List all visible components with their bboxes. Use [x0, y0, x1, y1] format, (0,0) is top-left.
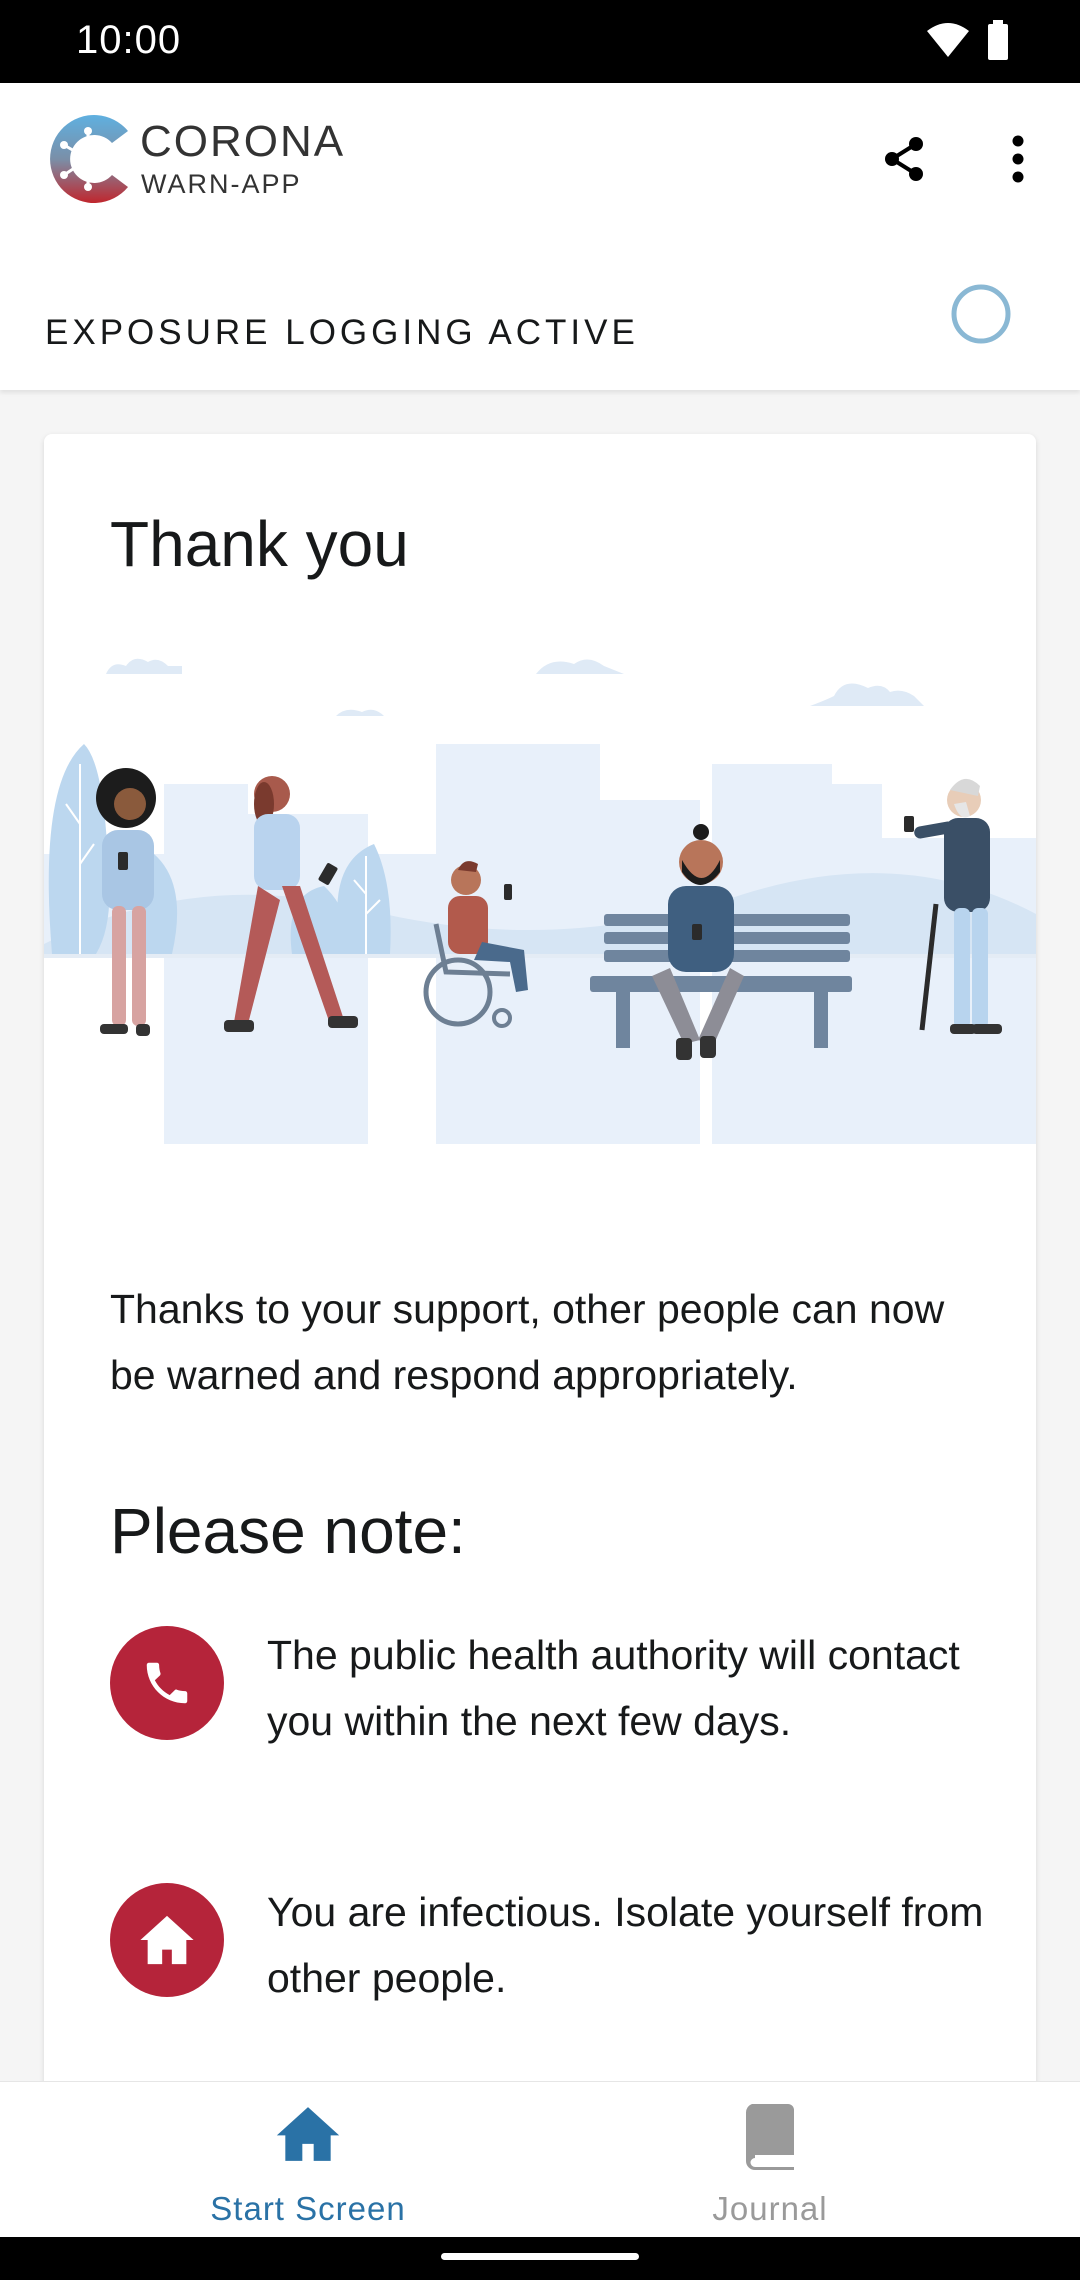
- app-screen: CORONA WARN-APP EXPOSURE LOGGING ACTIVE: [0, 83, 1080, 2237]
- more-vertical-icon: [1012, 135, 1024, 183]
- share-button[interactable]: [874, 129, 934, 189]
- status-icons: [926, 20, 1010, 60]
- exposure-status-ring-icon: [951, 284, 1011, 344]
- nav-item-journal[interactable]: Journal: [500, 2082, 1040, 2237]
- system-gesture-bar: [0, 2237, 1080, 2280]
- overflow-menu-button[interactable]: [990, 129, 1046, 189]
- card-body-text: Thanks to your support, other people can…: [110, 1286, 945, 1398]
- card-title: Thank you: [110, 508, 409, 580]
- share-icon: [885, 137, 923, 181]
- home-gesture-handle[interactable]: [441, 2253, 639, 2260]
- nav-label: Start Screen: [210, 2190, 406, 2227]
- status-time: 10:00: [76, 18, 182, 62]
- exposure-status-label: EXPOSURE LOGGING ACTIVE: [45, 313, 639, 352]
- brand-title: CORONA: [140, 117, 346, 166]
- corona-warn-app-logo: [50, 115, 128, 203]
- wifi-icon: [927, 23, 969, 57]
- home-icon: [276, 2107, 340, 2161]
- home-icon: [110, 1883, 224, 1997]
- brand-subtitle: WARN-APP: [141, 169, 302, 199]
- battery-icon: [988, 20, 1008, 60]
- phone-icon: [110, 1626, 224, 1740]
- note-text: You are infectious. Isolate yourself fro…: [267, 1889, 984, 2001]
- people-in-park-illustration: [44, 658, 1036, 1144]
- note-text: The public health authority will contact…: [267, 1632, 960, 1744]
- status-bar: 10:00: [0, 0, 1080, 83]
- nav-item-start-screen[interactable]: Start Screen: [38, 2082, 578, 2237]
- exposure-logging-row[interactable]: EXPOSURE LOGGING ACTIVE: [0, 283, 1080, 383]
- journal-book-icon: [745, 2104, 794, 2170]
- app-header: CORONA WARN-APP EXPOSURE LOGGING ACTIVE: [0, 83, 1080, 390]
- result-card: Thank you Thanks to your support, other …: [44, 434, 1036, 2134]
- bottom-navigation: Start Screen Journal: [0, 2081, 1080, 2237]
- note-heading: Please note:: [110, 1495, 466, 1567]
- nav-label: Journal: [712, 2190, 828, 2227]
